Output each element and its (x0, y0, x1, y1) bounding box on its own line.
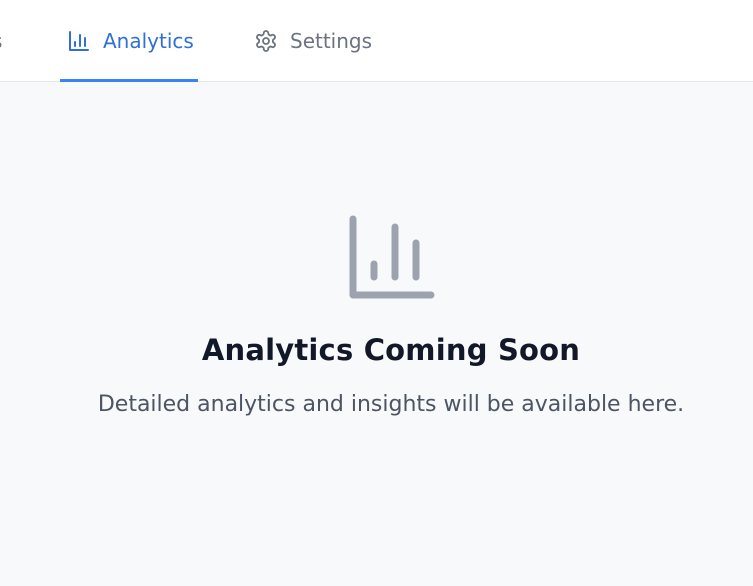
bar-chart-icon (67, 29, 91, 53)
tab-settings-label: Settings (290, 29, 373, 53)
bar-chart-icon (345, 214, 435, 300)
empty-state-title: Analytics Coming Soon (201, 333, 581, 367)
empty-state-description: Detailed analytics and insights will be … (97, 392, 685, 417)
tab-partial[interactable]: s (0, 0, 7, 82)
tab-settings[interactable]: Settings (254, 0, 372, 82)
tab-partial-label: s (0, 29, 2, 53)
tab-analytics[interactable]: Analytics (60, 0, 198, 82)
tab-bar: s Analytics Settings (0, 0, 753, 82)
tab-analytics-label: Analytics (103, 29, 194, 53)
main-content: Analytics Coming Soon Detailed analytics… (0, 82, 753, 586)
gear-icon (254, 29, 278, 53)
